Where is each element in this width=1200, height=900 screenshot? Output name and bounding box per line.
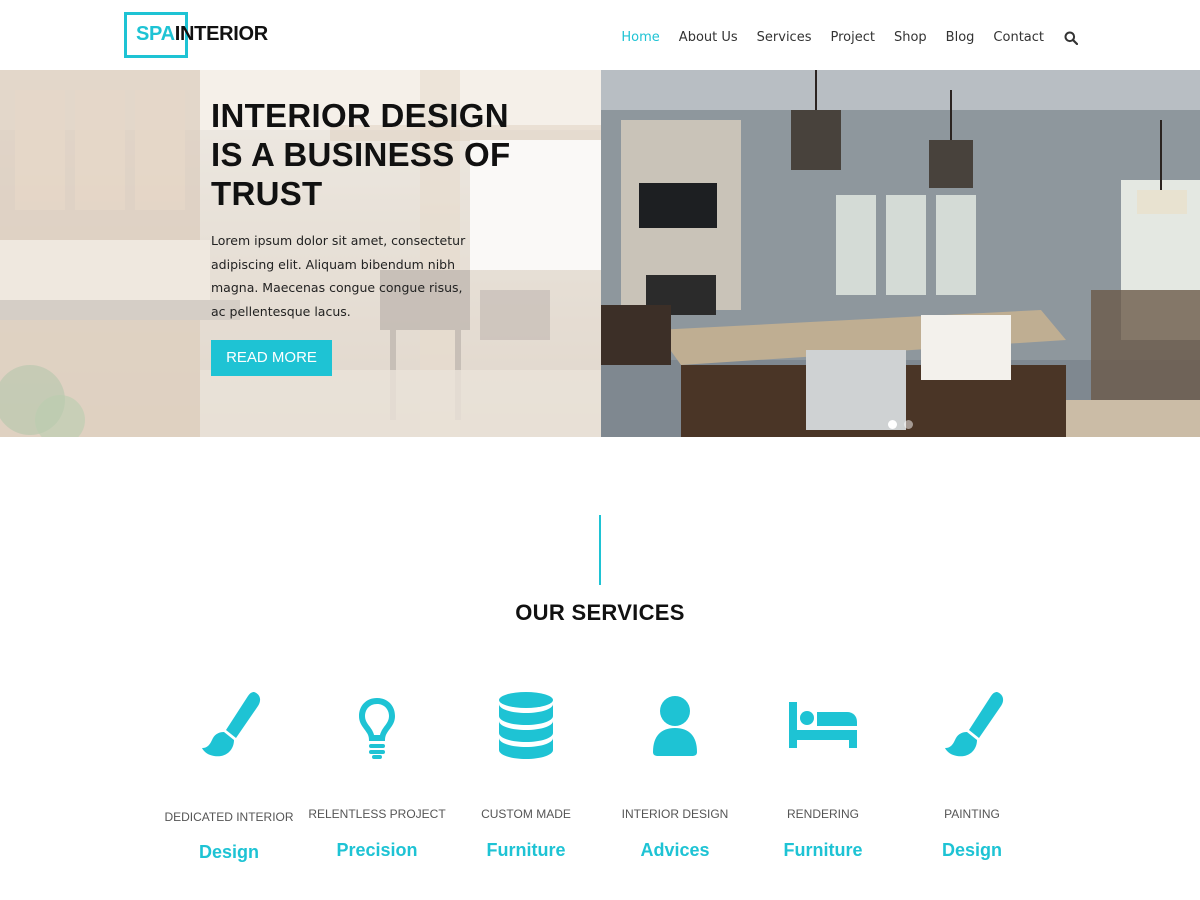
bed-icon bbox=[789, 702, 857, 748]
slider-dots bbox=[888, 420, 920, 429]
logo-spa: SPA bbox=[136, 23, 175, 45]
service-title: Advices bbox=[640, 840, 710, 860]
service-item[interactable]: DEDICATED INTERIOR Design bbox=[155, 690, 303, 862]
hero-text: Lorem ipsum dolor sit amet, consectetur … bbox=[211, 233, 466, 319]
service-item[interactable]: CUSTOM MADE Furniture bbox=[452, 690, 600, 860]
hero-title: INTERIOR DESIGN IS A BUSINESS OF TRUST bbox=[211, 97, 511, 212]
service-title: Precision bbox=[336, 840, 418, 860]
service-item[interactable]: PAINTING Design bbox=[898, 690, 1046, 860]
hero-content: INTERIOR DESIGN IS A BUSINESS OF TRUST L… bbox=[211, 96, 511, 376]
service-subtitle: INTERIOR DESIGN bbox=[621, 807, 729, 821]
service-title: Design bbox=[941, 840, 1002, 860]
site-logo[interactable]: SPAINTERIOR bbox=[124, 12, 274, 58]
search-icon[interactable] bbox=[1064, 31, 1079, 45]
paint-brush-icon bbox=[202, 692, 261, 757]
logo-interior: INTERIOR bbox=[174, 23, 268, 45]
slider-dot-2[interactable] bbox=[904, 420, 913, 429]
service-subtitle: DEDICATED INTERIOR bbox=[164, 810, 294, 824]
paint-brush-icon bbox=[945, 692, 1004, 757]
read-more-button[interactable]: READ MORE bbox=[211, 340, 332, 376]
service-subtitle: RENDERING bbox=[786, 807, 859, 821]
hero-slider: INTERIOR DESIGN IS A BUSINESS OF TRUST L… bbox=[0, 70, 1200, 437]
service-subtitle: CUSTOM MADE bbox=[481, 807, 571, 821]
services-title: OUR SERVICES bbox=[515, 600, 685, 625]
nav-item-contact[interactable]: Contact bbox=[993, 30, 1044, 45]
nav-item-services[interactable]: Services bbox=[757, 30, 812, 45]
nav-item-shop[interactable]: Shop bbox=[894, 30, 927, 45]
database-icon bbox=[499, 692, 553, 759]
service-item[interactable]: RENDERING Furniture bbox=[749, 690, 897, 860]
lightbulb-icon bbox=[359, 698, 395, 759]
nav-item-project[interactable]: Project bbox=[830, 30, 874, 45]
section-divider bbox=[599, 515, 601, 585]
slider-dot-1[interactable] bbox=[888, 420, 897, 429]
service-title: Design bbox=[198, 842, 259, 862]
service-item[interactable]: INTERIOR DESIGN Advices bbox=[601, 690, 749, 860]
logo-text: SPAINTERIOR bbox=[136, 23, 268, 46]
nav-item-home[interactable]: Home bbox=[621, 30, 659, 45]
site-header: SPAINTERIOR Home About Us Services Proje… bbox=[0, 0, 1200, 70]
service-title: Furniture bbox=[486, 840, 566, 860]
service-item[interactable]: RELENTLESS PROJECT Precision bbox=[303, 690, 451, 860]
hero-image-right bbox=[601, 70, 1200, 437]
main-nav: Home About Us Services Project Shop Blog… bbox=[602, 30, 1079, 45]
user-icon bbox=[653, 696, 697, 756]
service-subtitle: RELENTLESS PROJECT bbox=[308, 807, 446, 821]
nav-item-about-us[interactable]: About Us bbox=[679, 30, 738, 45]
service-title: Furniture bbox=[783, 840, 863, 860]
service-subtitle: PAINTING bbox=[944, 807, 1000, 821]
nav-item-blog[interactable]: Blog bbox=[946, 30, 975, 45]
